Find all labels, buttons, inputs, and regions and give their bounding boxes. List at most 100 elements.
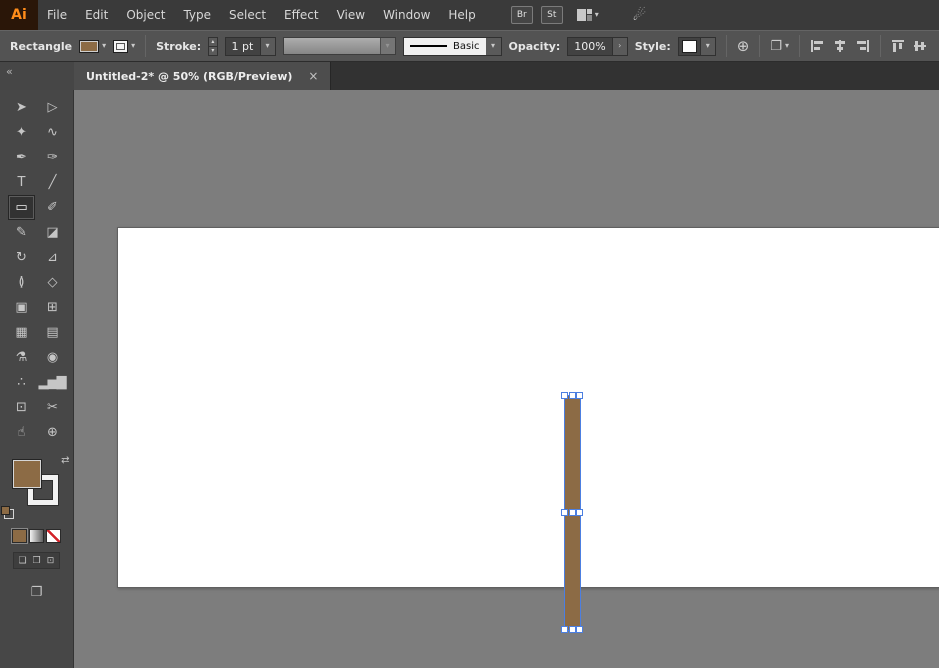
- pen-tool[interactable]: ✒: [8, 145, 35, 170]
- align-right-icon: [855, 40, 869, 52]
- curvature-tool[interactable]: ✑: [39, 145, 66, 170]
- draw-inside-icon[interactable]: ⊡: [44, 554, 57, 567]
- menu-type[interactable]: Type: [174, 0, 220, 30]
- align-left-button[interactable]: [810, 36, 825, 56]
- none-button[interactable]: [46, 529, 61, 543]
- menu-edit[interactable]: Edit: [76, 0, 117, 30]
- stepper-up-icon[interactable]: ▴: [209, 38, 216, 47]
- draw-normal-icon[interactable]: ❑: [16, 554, 29, 567]
- align-center-button[interactable]: [832, 36, 847, 56]
- bridge-button[interactable]: Br: [511, 6, 533, 24]
- draw-behind-icon[interactable]: ❒: [30, 554, 43, 567]
- selection-handle-top-center[interactable]: [569, 392, 576, 399]
- menu-help[interactable]: Help: [439, 0, 484, 30]
- line-segment-tool[interactable]: ╱: [39, 170, 66, 195]
- touch-workspace-icon[interactable]: ☄: [633, 6, 646, 24]
- document-tab[interactable]: Untitled-2* @ 50% (RGB/Preview) ×: [74, 62, 331, 90]
- selection-handle-top-left[interactable]: [561, 392, 568, 399]
- blend-tool[interactable]: ◉: [39, 345, 66, 370]
- gradient-tool-icon: ▤: [46, 326, 57, 339]
- chevron-down-icon: ▾: [785, 42, 789, 50]
- stroke-color-swatch[interactable]: [113, 40, 128, 53]
- opacity-combo[interactable]: 100% ›: [567, 37, 627, 56]
- align-top-button[interactable]: [891, 36, 906, 56]
- canvas[interactable]: [74, 90, 939, 668]
- gradient-tool[interactable]: ▤: [39, 320, 66, 345]
- symbol-sprayer-tool[interactable]: ∴: [8, 370, 35, 395]
- opacity-flyout-button[interactable]: ›: [612, 38, 627, 55]
- align-vcenter-button[interactable]: [914, 36, 929, 56]
- workspace-switcher[interactable]: ▾: [577, 9, 599, 21]
- close-tab-icon[interactable]: ×: [308, 69, 318, 83]
- style-dropdown-button[interactable]: ▾: [700, 38, 715, 55]
- artboard-tool-icon: ⊡: [16, 401, 26, 414]
- rectangle-tool[interactable]: ▭: [8, 195, 35, 220]
- lasso-tool[interactable]: ∿: [39, 120, 66, 145]
- menu-effect[interactable]: Effect: [275, 0, 328, 30]
- divider: [799, 35, 800, 57]
- brush-definition-dropdown[interactable]: Basic ▾: [403, 37, 502, 56]
- menu-view[interactable]: View: [328, 0, 374, 30]
- eyedropper-tool[interactable]: ⚗: [8, 345, 35, 370]
- selection-handle-bottom-center[interactable]: [569, 626, 576, 633]
- artboard-tool[interactable]: ⊡: [8, 395, 35, 420]
- hand-tool[interactable]: ☝: [8, 420, 35, 445]
- paintbrush-tool[interactable]: ✐: [39, 195, 66, 220]
- selection-handle-center[interactable]: [569, 509, 576, 516]
- eyedropper-tool-icon: ⚗: [16, 351, 27, 364]
- free-transform-tool[interactable]: ◇: [39, 270, 66, 295]
- screen-mode-icon[interactable]: ❐: [31, 585, 43, 600]
- gradient-button[interactable]: [29, 529, 44, 543]
- eraser-tool[interactable]: ◪: [39, 220, 66, 245]
- perspective-grid-tool-icon: ⊞: [47, 301, 57, 314]
- type-tool[interactable]: T: [8, 170, 35, 195]
- magic-wand-tool[interactable]: ✦: [8, 120, 35, 145]
- selection-handle-middle-right[interactable]: [576, 509, 583, 516]
- brush-dropdown-button[interactable]: ▾: [486, 38, 501, 55]
- menu-file[interactable]: File: [38, 0, 76, 30]
- selection-handle-bottom-right[interactable]: [576, 626, 583, 633]
- mesh-tool-icon: ▦: [15, 326, 26, 339]
- selection-handle-bottom-left[interactable]: [561, 626, 568, 633]
- selection-handle-top-right[interactable]: [576, 392, 583, 399]
- color-button[interactable]: [12, 529, 27, 543]
- mesh-tool[interactable]: ▦: [8, 320, 35, 345]
- rotate-tool[interactable]: ↻: [8, 245, 35, 270]
- fill-color-well[interactable]: [12, 459, 42, 489]
- globe-icon[interactable]: ⊕: [737, 37, 750, 55]
- menu-object[interactable]: Object: [117, 0, 174, 30]
- selection-handle-middle-left[interactable]: [561, 509, 568, 516]
- align-right-button[interactable]: [855, 36, 870, 56]
- stroke-color-dropdown[interactable]: ▾: [113, 40, 135, 53]
- menu-window[interactable]: Window: [374, 0, 439, 30]
- menu-select[interactable]: Select: [220, 0, 275, 30]
- slice-tool[interactable]: ✂: [39, 395, 66, 420]
- perspective-grid-tool[interactable]: ⊞: [39, 295, 66, 320]
- pencil-tool[interactable]: ✎: [8, 220, 35, 245]
- stroke-weight-combo[interactable]: 1 pt ▾: [225, 37, 276, 56]
- document-setup-dropdown[interactable]: ❐ ▾: [770, 39, 789, 54]
- stroke-weight-dropdown-button[interactable]: ▾: [260, 38, 275, 55]
- stock-button[interactable]: St: [541, 6, 563, 24]
- fill-color-dropdown[interactable]: ▾: [79, 40, 106, 53]
- column-graph-tool[interactable]: ▂▅▇: [39, 370, 66, 395]
- variable-width-profile-dropdown: ▾: [283, 37, 396, 55]
- divider: [880, 35, 881, 57]
- width-tool[interactable]: ≬: [8, 270, 35, 295]
- fill-color-swatch[interactable]: [79, 40, 99, 53]
- direct-selection-tool[interactable]: ▷: [39, 95, 66, 120]
- collapse-panels-button[interactable]: «: [0, 62, 74, 90]
- app-logo: Ai: [0, 0, 38, 30]
- swap-fill-stroke-icon[interactable]: ⇄: [61, 455, 69, 466]
- style-label: Style:: [635, 40, 671, 53]
- style-dropdown[interactable]: ▾: [678, 37, 716, 56]
- scale-tool[interactable]: ⊿: [39, 245, 66, 270]
- selection-tool[interactable]: ➤: [8, 95, 35, 120]
- stepper-down-icon[interactable]: ▾: [209, 47, 216, 55]
- stroke-weight-value[interactable]: 1 pt: [226, 38, 260, 55]
- default-fill-stroke-icon[interactable]: [4, 509, 14, 519]
- stroke-weight-stepper[interactable]: ▴ ▾: [208, 37, 217, 56]
- shape-builder-tool[interactable]: ▣: [8, 295, 35, 320]
- zoom-tool[interactable]: ⊕: [39, 420, 66, 445]
- opacity-value[interactable]: 100%: [568, 38, 611, 55]
